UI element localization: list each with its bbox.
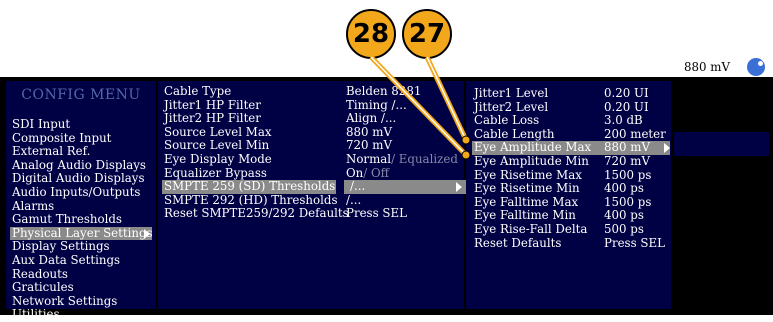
smpte-259-thresholds-panel: Jitter1 Level 0.20 UI Jitter2 Level 0.20 U… xyxy=(466,81,671,309)
config-screen: CONFIG MENU SDI Input Composite Input Ex… xyxy=(0,77,773,321)
menu-item-network-settings[interactable]: Network Settings xyxy=(10,294,152,309)
value-active: Normal xyxy=(346,151,392,166)
eye-amplitude-max-value-field[interactable]: 880 mV xyxy=(680,59,742,75)
physical-layer-settings-panel: Cable Type Belden 8281 Jitter1 HP Filter T… xyxy=(158,81,472,309)
menu-item-digital-audio-displays[interactable]: Digital Audio Displays xyxy=(10,172,152,186)
config-menu-list: SDI Input Composite Input External Ref. … xyxy=(10,117,153,322)
value-active: On xyxy=(346,165,364,180)
value-inactive: / Off xyxy=(363,165,390,180)
submenu-arrow-icon xyxy=(456,182,462,193)
menu-item-alarms[interactable]: Alarms xyxy=(10,199,152,214)
menu-item-audio-inputs-outputs[interactable]: Audio Inputs/Outputs xyxy=(10,185,152,200)
menu-item-external-ref[interactable]: External Ref. xyxy=(10,144,152,159)
submenu-arrow-icon xyxy=(664,143,670,154)
callout-27: 27 xyxy=(402,9,452,59)
knob-icon[interactable] xyxy=(746,57,766,77)
value-inactive: / Equalized xyxy=(391,151,458,166)
callout-28: 28 xyxy=(346,9,396,59)
menu-item-aux-data-settings[interactable]: Aux Data Settings xyxy=(10,253,152,268)
menu-title: CONFIG MENU xyxy=(21,87,141,103)
menu-item-graticules[interactable]: Graticules xyxy=(10,280,152,295)
menu-item-composite-input[interactable]: Composite Input xyxy=(10,131,152,146)
menu-item-utilities[interactable]: Utilities xyxy=(10,308,152,322)
menu-item-physical-layer-settings[interactable]: Physical Layer Settings xyxy=(10,226,153,241)
submenu-arrow-icon xyxy=(144,228,150,239)
menu-item-analog-audio-displays[interactable]: Analog Audio Displays xyxy=(10,158,152,173)
menu-item-readouts[interactable]: Readouts xyxy=(10,267,152,282)
menu-item-display-settings[interactable]: Display Settings xyxy=(10,240,152,254)
value-editor-panel xyxy=(674,132,769,156)
menu-item-gamut-thresholds[interactable]: Gamut Thresholds xyxy=(10,212,152,227)
config-menu-panel: CONFIG MENU SDI Input Composite Input Ex… xyxy=(6,81,156,321)
menu-item-sdi-input[interactable]: SDI Input xyxy=(10,117,152,132)
